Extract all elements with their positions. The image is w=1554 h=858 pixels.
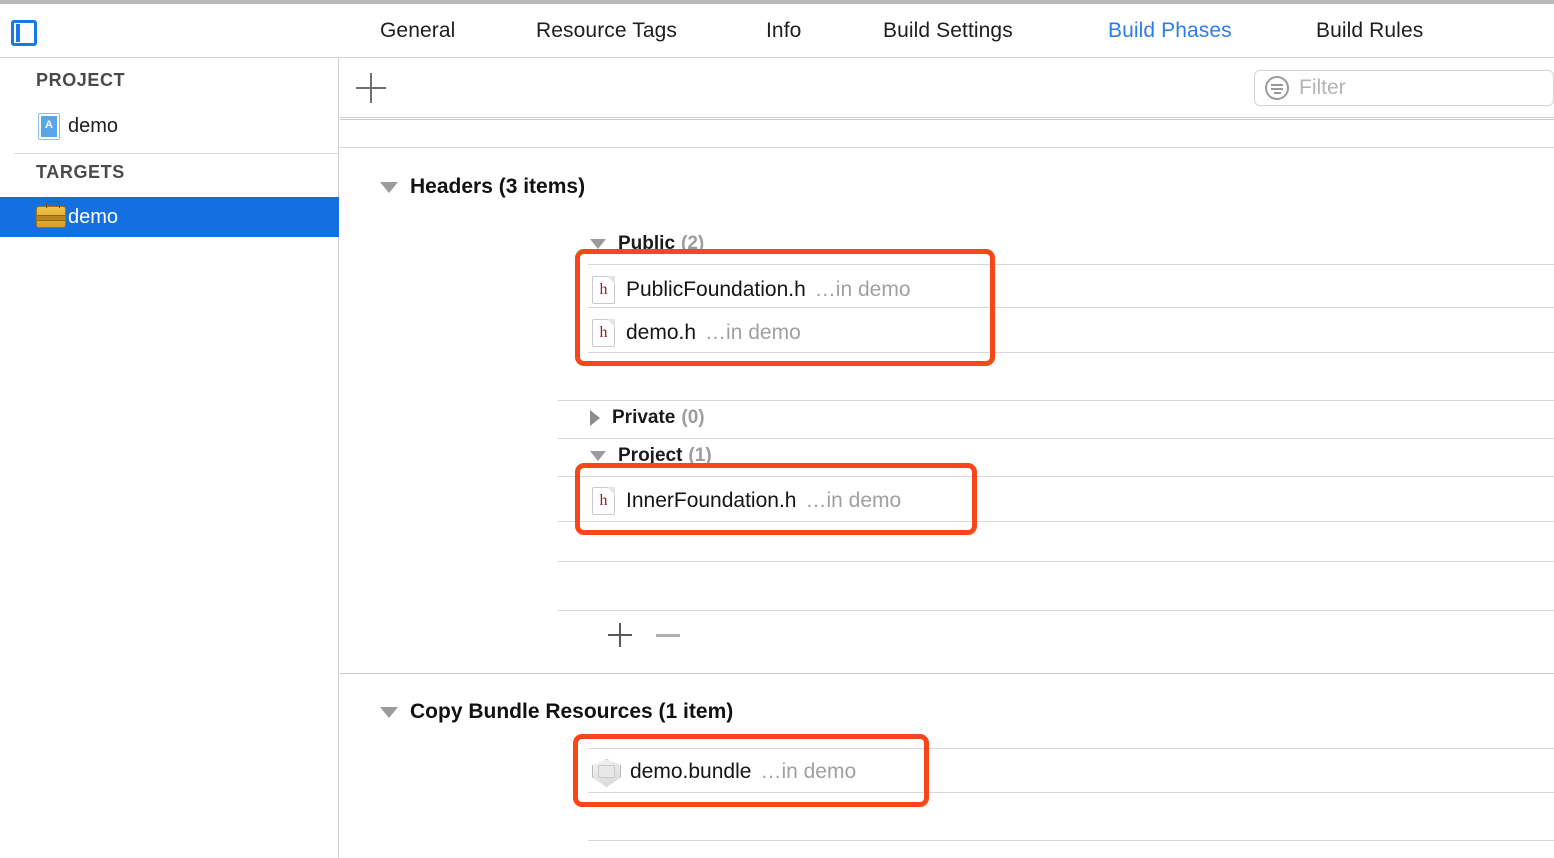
editor-tab-bar: General Resource Tags Info Build Setting… bbox=[0, 4, 1554, 58]
file-name: demo.bundle bbox=[630, 760, 751, 784]
remove-header-file-button[interactable] bbox=[656, 634, 680, 637]
file-row-demo-h[interactable]: h demo.h …in demo bbox=[592, 319, 801, 347]
project-targets-sidebar: PROJECT demo TARGETS demo bbox=[0, 58, 339, 858]
filter-field[interactable]: Filter bbox=[1254, 70, 1554, 106]
file-location: …in demo bbox=[815, 278, 911, 302]
add-build-phase-button[interactable] bbox=[356, 73, 386, 103]
phase-header-copy-bundle-resources[interactable]: Copy Bundle Resources (1 item) bbox=[380, 700, 733, 724]
phase-header-headers[interactable]: Headers (3 items) bbox=[380, 175, 585, 199]
tab-build-rules[interactable]: Build Rules bbox=[1316, 19, 1423, 43]
file-name: InnerFoundation.h bbox=[626, 489, 796, 513]
tab-list: General Resource Tags Info Build Setting… bbox=[340, 4, 1554, 58]
phase-title-copy-bundle-resources: Copy Bundle Resources (1 item) bbox=[410, 700, 733, 724]
build-phases-list[interactable]: Headers (3 items) Public (2) h PublicFou… bbox=[340, 119, 1554, 858]
group-name-private: Private bbox=[612, 407, 675, 429]
bundle-icon bbox=[592, 758, 619, 786]
disclosure-triangle-down-icon[interactable] bbox=[380, 707, 398, 718]
row-separator bbox=[588, 264, 1554, 265]
file-name: PublicFoundation.h bbox=[626, 278, 806, 302]
row-separator bbox=[558, 521, 1554, 522]
phase-footer-rule bbox=[558, 610, 1554, 611]
file-name: demo.h bbox=[626, 321, 696, 345]
row-separator bbox=[558, 476, 1554, 477]
sidebar-item-project-demo[interactable]: demo bbox=[0, 106, 339, 146]
file-location: …in demo bbox=[705, 321, 801, 345]
tab-general[interactable]: General bbox=[380, 19, 455, 43]
build-phases-toolbar: Filter bbox=[340, 58, 1554, 118]
row-separator bbox=[588, 352, 1554, 353]
disclosure-triangle-right-icon[interactable] bbox=[590, 410, 600, 426]
group-header-private[interactable]: Private (0) bbox=[590, 407, 705, 429]
previous-phase-bottom-rule bbox=[340, 119, 1554, 120]
file-location: …in demo bbox=[760, 760, 856, 784]
filter-icon bbox=[1265, 76, 1289, 100]
xcode-project-icon bbox=[38, 113, 60, 140]
filter-placeholder: Filter bbox=[1299, 76, 1346, 100]
target-toolbox-icon bbox=[36, 206, 66, 228]
row-separator bbox=[588, 840, 1554, 841]
disclosure-triangle-down-icon[interactable] bbox=[590, 451, 606, 461]
xcode-build-phases-window: General Resource Tags Info Build Setting… bbox=[0, 0, 1554, 858]
disclosure-triangle-down-icon[interactable] bbox=[380, 182, 398, 193]
row-separator bbox=[558, 400, 1554, 401]
sidebar-heading-targets: TARGETS bbox=[0, 162, 125, 183]
group-name-public: Public bbox=[618, 233, 675, 255]
header-file-icon: h bbox=[592, 487, 615, 515]
header-file-icon: h bbox=[592, 276, 615, 304]
tab-info[interactable]: Info bbox=[766, 19, 801, 43]
row-separator bbox=[558, 438, 1554, 439]
file-location: …in demo bbox=[805, 489, 901, 513]
group-count-private: (0) bbox=[681, 407, 704, 429]
file-row-demo-bundle[interactable]: demo.bundle …in demo bbox=[592, 758, 856, 786]
row-separator bbox=[558, 561, 1554, 562]
xcode-navigator-toggle-icon[interactable] bbox=[11, 20, 37, 46]
file-row-inner-foundation[interactable]: h InnerFoundation.h …in demo bbox=[592, 487, 901, 515]
group-count-public: (2) bbox=[681, 233, 704, 255]
add-header-file-button[interactable] bbox=[608, 623, 632, 647]
sidebar-target-label: demo bbox=[68, 206, 118, 229]
disclosure-triangle-down-icon[interactable] bbox=[590, 239, 606, 249]
group-header-project[interactable]: Project (1) bbox=[590, 445, 712, 467]
group-name-project: Project bbox=[618, 445, 682, 467]
group-count-project: (1) bbox=[688, 445, 711, 467]
sidebar-heading-project: PROJECT bbox=[0, 70, 125, 91]
row-separator bbox=[588, 307, 1554, 308]
file-row-public-foundation[interactable]: h PublicFoundation.h …in demo bbox=[592, 276, 911, 304]
phase-separator-rule bbox=[340, 673, 1554, 674]
tab-resource-tags[interactable]: Resource Tags bbox=[536, 19, 677, 43]
sidebar-item-target-demo[interactable]: demo bbox=[0, 197, 339, 237]
tab-build-settings[interactable]: Build Settings bbox=[883, 19, 1013, 43]
sidebar-project-label: demo bbox=[68, 115, 118, 138]
phase-title-headers: Headers (3 items) bbox=[410, 175, 585, 199]
sidebar-divider bbox=[14, 153, 338, 154]
row-separator bbox=[588, 792, 1554, 793]
group-header-public[interactable]: Public (2) bbox=[590, 233, 704, 255]
header-file-icon: h bbox=[592, 319, 615, 347]
headers-phase-top-rule bbox=[340, 147, 1554, 148]
row-separator bbox=[588, 748, 1554, 749]
tab-build-phases[interactable]: Build Phases bbox=[1108, 19, 1232, 43]
